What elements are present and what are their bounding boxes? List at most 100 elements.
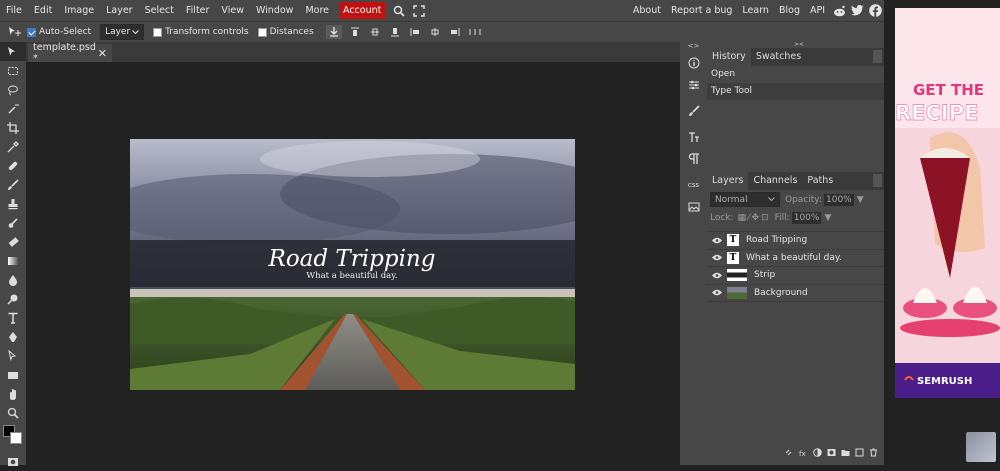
fill-input[interactable]: 100% [791, 212, 822, 224]
lasso-tool[interactable] [0, 80, 26, 99]
close-icon[interactable]: ✕ [98, 47, 107, 60]
history-brush-tool[interactable] [0, 213, 26, 232]
panel-menu-icon[interactable] [873, 50, 882, 63]
trash-icon[interactable] [869, 448, 878, 460]
folder-icon[interactable] [841, 448, 850, 460]
align-middle-icon[interactable] [368, 25, 382, 39]
twitter-icon[interactable] [850, 4, 864, 18]
tab-paths[interactable]: Paths [802, 172, 838, 190]
menu-layer[interactable]: Layer [100, 0, 139, 21]
menu-file[interactable]: File [0, 0, 28, 21]
quick-mask-tool[interactable] [0, 452, 26, 471]
adjustment-layer-icon[interactable] [813, 448, 822, 460]
fill-arrow-icon[interactable]: ▼ [824, 213, 831, 223]
effects-icon[interactable]: fx [799, 448, 808, 460]
history-entry-type-tool[interactable]: Type Tool [707, 83, 884, 100]
layer-row[interactable]: Background [707, 285, 884, 302]
image-icon[interactable] [680, 196, 707, 218]
mask-icon[interactable] [827, 448, 836, 460]
background-color[interactable] [10, 432, 22, 444]
link-report-bug[interactable]: Report a bug [666, 0, 737, 21]
blur-tool[interactable] [0, 270, 26, 289]
shape-tool[interactable] [0, 365, 26, 384]
crop-tool[interactable] [0, 118, 26, 137]
layers-menu-icon[interactable] [873, 174, 882, 187]
brush-settings-icon[interactable] [680, 100, 707, 122]
auto-select-checkbox[interactable] [27, 27, 36, 37]
character-icon[interactable] [680, 126, 707, 148]
move-tool[interactable] [0, 42, 26, 61]
link-about[interactable]: About [628, 0, 666, 21]
info-icon[interactable] [680, 52, 707, 74]
dodge-tool[interactable] [0, 289, 26, 308]
avatar[interactable] [966, 432, 996, 462]
link-api[interactable]: API [805, 0, 830, 21]
history-entry-open[interactable]: Open [707, 66, 884, 83]
eye-icon[interactable] [707, 237, 727, 244]
eye-icon[interactable] [707, 254, 727, 261]
menu-view[interactable]: View [215, 0, 250, 21]
new-layer-icon[interactable] [855, 448, 864, 460]
distribute-icon[interactable] [468, 25, 482, 39]
menu-edit[interactable]: Edit [28, 0, 58, 21]
stamp-tool[interactable] [0, 194, 26, 213]
marquee-tool[interactable] [0, 61, 26, 80]
document-tab[interactable]: template.psd * ✕ [28, 42, 112, 64]
distances-option[interactable]: Distances [257, 27, 314, 37]
menu-image[interactable]: Image [58, 0, 100, 21]
document-canvas[interactable]: Road Tripping What a beautiful day. [130, 139, 575, 390]
brush-tool[interactable] [0, 175, 26, 194]
paragraph-icon[interactable] [680, 148, 707, 170]
magic-wand-tool[interactable] [0, 99, 26, 118]
align-top-icon[interactable] [348, 25, 362, 39]
menu-more[interactable]: More [299, 0, 335, 21]
transform-controls-option[interactable]: Transform controls [153, 27, 249, 37]
align-right-icon[interactable] [448, 25, 462, 39]
eraser-tool[interactable] [0, 232, 26, 251]
align-left-icon[interactable] [408, 25, 422, 39]
layer-row[interactable]: T What a beautiful day. [707, 250, 884, 267]
menu-select[interactable]: Select [139, 0, 180, 21]
layer-select[interactable]: Layer [100, 24, 145, 40]
gradient-tool[interactable] [0, 251, 26, 270]
align-bottom-icon[interactable] [388, 25, 402, 39]
align-center-icon[interactable] [428, 25, 442, 39]
layer-row[interactable]: Strip [707, 267, 884, 285]
link-icon[interactable] [785, 448, 794, 460]
advertisement[interactable]: GET THE RECIPE SEMRUSH [895, 8, 1000, 398]
opacity-arrow-icon[interactable]: ▼ [857, 195, 864, 205]
tab-swatches[interactable]: Swatches [751, 48, 806, 66]
adjustments-icon[interactable] [680, 74, 707, 96]
distances-checkbox[interactable] [257, 27, 267, 37]
eye-icon[interactable] [707, 289, 727, 296]
color-swatches[interactable] [0, 422, 26, 452]
healing-tool[interactable] [0, 156, 26, 175]
hand-tool[interactable] [0, 384, 26, 403]
eye-icon[interactable] [707, 272, 727, 279]
facebook-icon[interactable] [868, 4, 882, 18]
layer-row[interactable]: T Road Tripping [707, 232, 884, 250]
eyedropper-tool[interactable] [0, 137, 26, 156]
pen-tool[interactable] [0, 327, 26, 346]
tab-layers[interactable]: Layers [707, 172, 749, 190]
collapse-arrows-icon[interactable]: <> [680, 42, 707, 52]
link-blog[interactable]: Blog [774, 0, 805, 21]
blend-mode-select[interactable]: Normal [710, 192, 780, 207]
tab-history[interactable]: History [707, 48, 751, 66]
zoom-tool[interactable] [0, 403, 26, 422]
tab-channels[interactable]: Channels [748, 172, 802, 190]
path-select-tool[interactable] [0, 346, 26, 365]
css-icon[interactable]: css [680, 174, 707, 196]
lock-icons[interactable]: ▦⁄✥⊡ [738, 213, 771, 223]
auto-select-option[interactable]: Auto-Select [27, 27, 91, 37]
search-icon[interactable] [392, 4, 406, 18]
fullscreen-icon[interactable] [412, 4, 426, 18]
opacity-input[interactable]: 100% [824, 193, 854, 206]
transform-controls-checkbox[interactable] [153, 27, 163, 37]
menu-filter[interactable]: Filter [180, 0, 216, 21]
type-tool[interactable] [0, 308, 26, 327]
reddit-icon[interactable] [832, 4, 846, 18]
account-button[interactable]: Account [339, 2, 386, 19]
menu-window[interactable]: Window [250, 0, 299, 21]
download-icon[interactable] [325, 25, 342, 39]
